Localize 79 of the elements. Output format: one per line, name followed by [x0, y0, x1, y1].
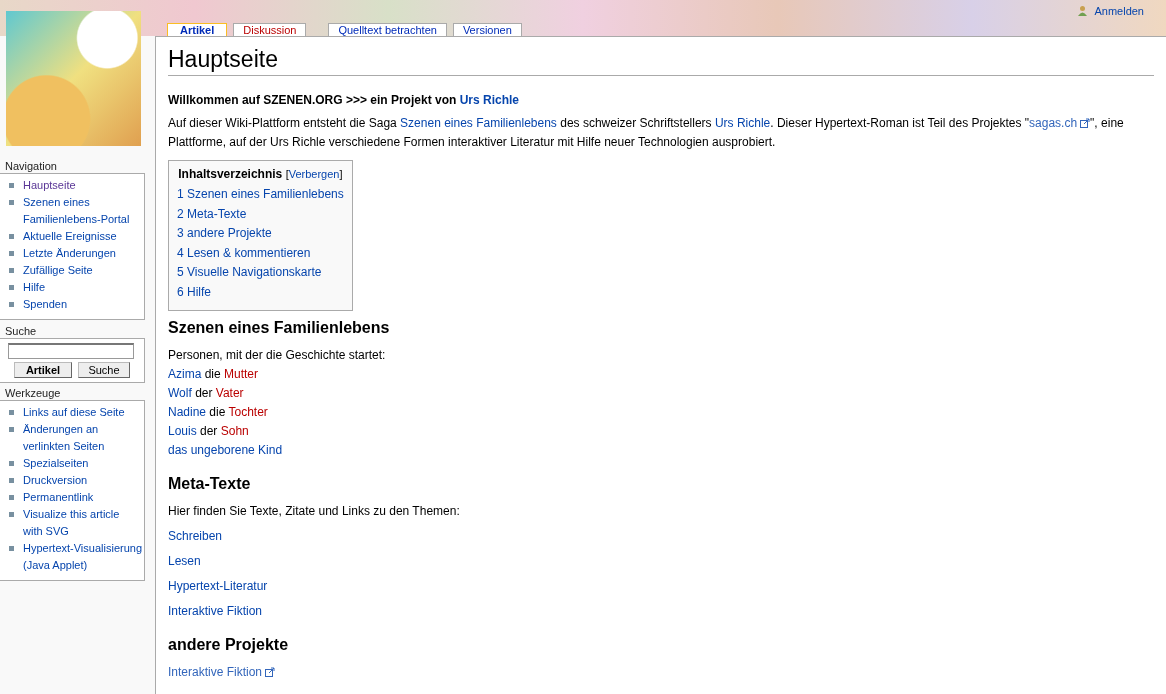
external-link[interactable]: Interaktive Fiktion [168, 665, 276, 679]
toc-link[interactable]: 2 Meta-Texte [177, 204, 344, 224]
page-tab[interactable]: Versionen [452, 23, 522, 36]
sidebar-link[interactable]: Zufällige Seite [23, 262, 93, 279]
missing-page-link[interactable]: Vater [215, 386, 244, 400]
wiki-link[interactable]: das ungeborene Kind [168, 443, 283, 457]
link-line: Wolf der Vater [168, 386, 244, 400]
sidebar-link[interactable]: Szenen eines Familienlebens-Portal [23, 194, 130, 228]
wiki-link[interactable]: Interaktive Fiktion [168, 604, 263, 618]
bullet-icon [9, 251, 14, 256]
portlet-title: Werkzeuge [4, 386, 62, 400]
link-line: Louis der Sohn [168, 424, 249, 438]
toc-link[interactable]: 3 andere Projekte [177, 224, 344, 244]
section-intro: Personen, mit der die Geschichte startet: [168, 348, 386, 362]
missing-page-link[interactable]: Tochter [228, 405, 268, 419]
wiki-link[interactable]: Azima [168, 367, 202, 381]
toc-toggle: [Verbergen] [285, 168, 343, 180]
external-link-icon [265, 667, 276, 677]
bullet-icon [9, 200, 14, 205]
sidebar-link[interactable]: Hauptseite [23, 177, 76, 194]
wiki-link[interactable]: Urs Richle [459, 93, 519, 107]
link-line: Azima die Mutter [168, 367, 259, 381]
wiki-link[interactable]: Lesen [168, 554, 201, 568]
sidebar-link[interactable]: Aktuelle Ereignisse [23, 228, 117, 245]
wiki-link[interactable]: Nadine [168, 405, 207, 419]
login-link[interactable]: Anmelden [1094, 4, 1144, 17]
bullet-icon [9, 495, 14, 500]
toc-link[interactable]: 1 Szenen eines Familienlebens [177, 185, 344, 205]
bullet-icon [9, 302, 14, 307]
article-button[interactable]: Artikel [14, 362, 72, 378]
welcome-heading: Willkommen auf SZENEN.ORG >>> ein Projekt von Urs Richle [168, 93, 519, 107]
bullet-icon [9, 427, 14, 432]
portlet-title: Suche [4, 324, 38, 338]
bullet-icon [9, 268, 14, 273]
page-tab[interactable]: Diskussion [233, 23, 307, 36]
wiki-link[interactable]: Hypertext-Literatur [168, 579, 268, 593]
page-tab[interactable]: Quelltext betrachten [328, 23, 447, 36]
page-title: Hauptseite [168, 45, 1154, 76]
sidebar-link[interactable]: Letzte Änderungen [23, 245, 116, 262]
sidebar-link[interactable]: Visualize this article with SVG [23, 506, 120, 540]
section-heading: andere Projekte [168, 635, 290, 655]
sidebar-link[interactable]: Hilfe [23, 279, 45, 296]
toc-link[interactable]: 5 Visuelle Navigationskarte [177, 263, 344, 283]
bullet-icon [9, 546, 14, 551]
bullet-icon [9, 285, 14, 290]
sidebar-link[interactable]: Spezialseiten [23, 455, 89, 472]
sidebar-link[interactable]: Druckversion [23, 472, 88, 489]
wiki-link[interactable]: Wolf [168, 386, 192, 400]
intro-paragraph: Auf dieser Wiki-Plattform entsteht die Saga Szenen eines Familienlebens des schweizer Schriftstellers Urs Richle. Dieser Hypertext-Roman ist Teil des Projektes "sagas.ch ", eine Plattforme, auf der Urs Richle verschiedene Formen interaktiver Literatur mit Hilfe neuer Technologien ausprobiert. [168, 116, 1124, 149]
search-field[interactable] [8, 343, 134, 359]
section-intro: Hier finden Sie Texte, Zitate und Links zu den Themen: [168, 504, 460, 518]
missing-page-link[interactable]: Sohn [220, 424, 249, 438]
toc-title: Inhaltsverzeichnis [178, 167, 283, 181]
bullet-icon [9, 512, 14, 517]
toc-link[interactable]: 4 Lesen & kommentieren [177, 243, 344, 263]
portlet-title: Navigation [4, 159, 58, 173]
search-button[interactable]: Suche [78, 362, 130, 378]
sidebar-link[interactable]: Permanentlink [23, 489, 94, 506]
sidebar-link[interactable]: Spenden [23, 296, 68, 313]
wiki-link[interactable]: Szenen eines Familienlebens [400, 116, 557, 130]
section-heading: Meta-Texte [168, 474, 252, 494]
bullet-icon [9, 410, 14, 415]
sidebar-link[interactable]: Hypertext-Visualisierung (Java Applet) [23, 540, 143, 574]
sidebar-link[interactable]: Links auf diese Seite [23, 404, 125, 421]
wiki-link[interactable]: Louis [168, 424, 197, 438]
link-line: Nadine die Tochter [168, 405, 268, 419]
bullet-icon [9, 461, 14, 466]
bullet-icon [9, 478, 14, 483]
page-tab[interactable]: Artikel [167, 23, 228, 36]
bullet-icon [9, 234, 14, 239]
wiki-link[interactable]: Schreiben [168, 529, 223, 543]
section-heading: Szenen eines Familienlebens [168, 318, 391, 338]
toc-link[interactable]: 6 Hilfe [177, 282, 344, 302]
external-link[interactable]: sagas.ch [1029, 116, 1091, 130]
user-icon [1077, 5, 1089, 16]
missing-page-link[interactable]: Mutter [224, 367, 259, 381]
bullet-icon [9, 183, 14, 188]
external-link-icon [1080, 118, 1091, 128]
sidebar-link[interactable]: Änderungen an verlinkten Seiten [23, 421, 105, 455]
